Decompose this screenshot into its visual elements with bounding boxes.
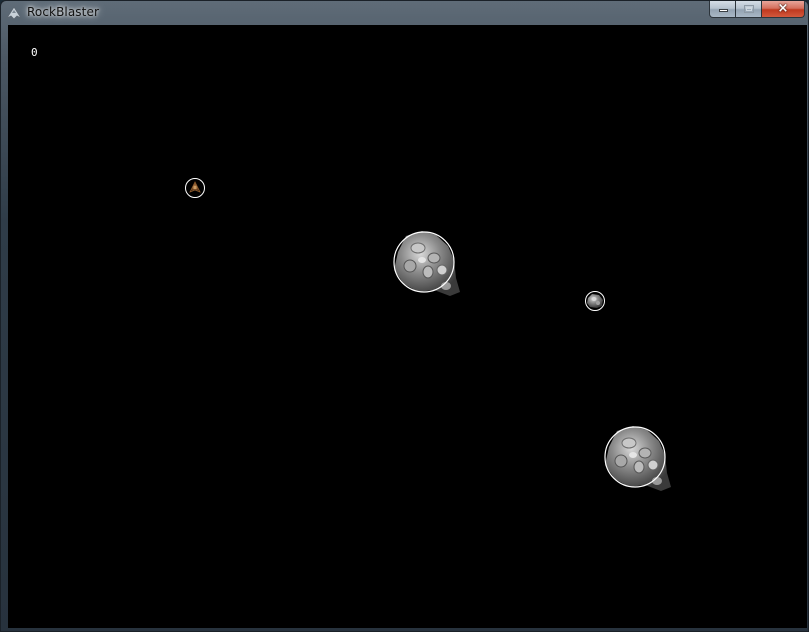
player-ship-icon [189, 181, 201, 193]
asteroid-small-1 [585, 291, 605, 311]
minimize-icon [719, 9, 728, 12]
title-bar[interactable]: RockBlaster × [1, 1, 808, 25]
game-window: RockBlaster × 0 [0, 0, 809, 632]
asteroid-large-2 [604, 426, 671, 491]
close-button[interactable]: × [762, 1, 805, 18]
player-ship [185, 178, 205, 198]
asteroid-icon [394, 231, 460, 296]
asteroid-large-1 [393, 231, 460, 296]
asteroid-icon [587, 294, 603, 308]
caption-buttons: × [709, 1, 805, 19]
maximize-button[interactable] [736, 1, 762, 18]
app-icon [6, 6, 22, 20]
maximize-icon [744, 5, 754, 13]
minimize-button[interactable] [709, 1, 736, 18]
game-scene [185, 178, 671, 491]
close-icon: × [777, 1, 789, 16]
asteroid-icon [605, 426, 671, 491]
game-canvas[interactable]: 0 [8, 25, 807, 628]
window-title: RockBlaster [27, 5, 99, 19]
